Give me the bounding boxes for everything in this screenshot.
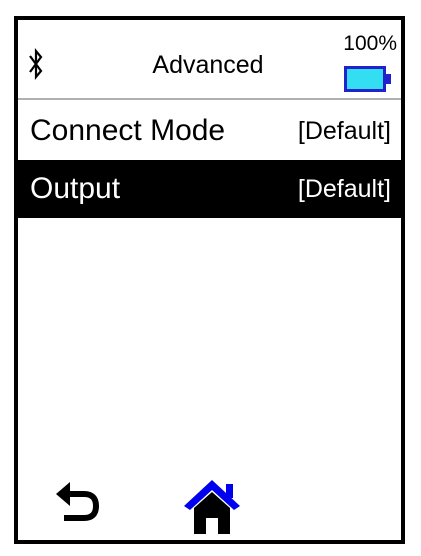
home-icon [184, 480, 240, 534]
home-button[interactable] [182, 478, 242, 534]
device-screen: Advanced 100% Connect Mode [Default] Out… [14, 16, 405, 544]
battery-level-fill [347, 69, 383, 89]
back-arrow-icon [56, 482, 99, 521]
battery-body [344, 66, 386, 92]
menu-item-label: Output [30, 172, 121, 205]
menu-item-label: Connect Mode [30, 114, 226, 147]
menu-item-value: [Default] [297, 175, 391, 203]
page-title: Advanced [152, 51, 264, 79]
battery-icon [344, 66, 392, 92]
back-button[interactable] [54, 480, 104, 526]
menu-item-connect-mode[interactable]: Connect Mode [Default] [18, 102, 401, 160]
battery-percentage: 100% [343, 32, 397, 55]
menu-item-value: [Default] [297, 117, 391, 145]
battery-tip [386, 74, 391, 84]
header-bar: Advanced 100% [18, 20, 401, 100]
bluetooth-icon [29, 47, 43, 81]
menu-item-output[interactable]: Output [Default] [18, 160, 401, 218]
